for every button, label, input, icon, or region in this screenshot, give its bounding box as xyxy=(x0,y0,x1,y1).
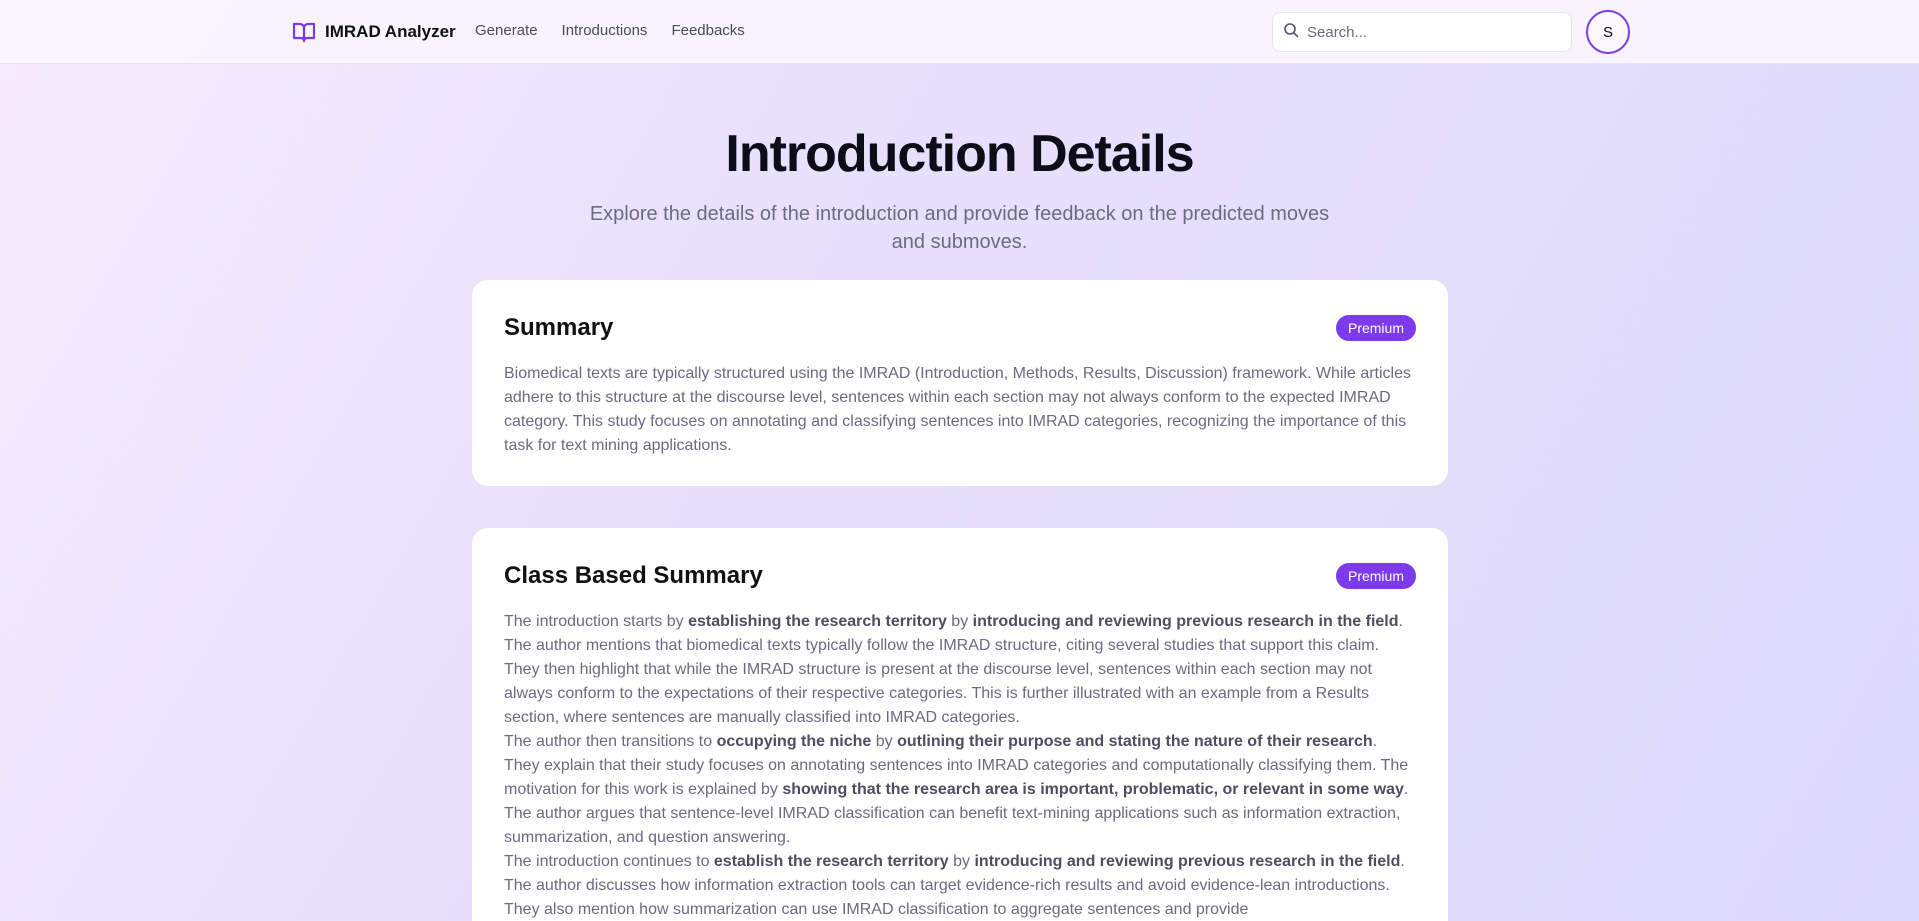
class-summary-paragraph: The introduction starts by establishing … xyxy=(504,610,1416,730)
move-highlight: showing that the research area is import… xyxy=(782,781,1404,798)
move-highlight: establish the research territory xyxy=(713,853,949,870)
move-highlight: introducing and reviewing previous resea… xyxy=(972,613,1399,630)
page-subtitle: Explore the details of the introduction … xyxy=(589,203,1330,253)
move-highlight: establishing the research territory xyxy=(688,613,947,630)
main-nav: Generate Introductions Feedbacks xyxy=(475,22,745,39)
search-box[interactable] xyxy=(1272,12,1572,52)
summary-card: Summary Premium Biomedical texts are typ… xyxy=(472,280,1448,486)
class-summary-card-header: Class Based Summary Premium xyxy=(504,560,1416,592)
move-highlight: introducing and reviewing previous resea… xyxy=(974,853,1401,870)
premium-badge: Premium xyxy=(1335,315,1416,341)
summary-card-header: Summary Premium xyxy=(504,312,1416,344)
nav-link-feedbacks[interactable]: Feedbacks xyxy=(671,22,744,39)
brand-logo[interactable]: IMRAD Analyzer xyxy=(292,20,456,44)
summary-text-segment: by xyxy=(948,853,975,870)
summary-text-segment: by xyxy=(946,613,973,630)
page-title: Introduction Details xyxy=(725,125,1194,183)
class-based-summary-card: Class Based Summary Premium The introduc… xyxy=(472,528,1448,921)
brand-name: IMRAD Analyzer xyxy=(325,22,456,41)
class-summary-title: Class Based Summary xyxy=(504,562,763,589)
class-summary-paragraph: The introduction continues to establish … xyxy=(504,850,1416,921)
move-highlight: outlining their purpose and stating the … xyxy=(897,733,1373,750)
summary-title: Summary xyxy=(504,314,614,341)
summary-text-segment: The author then transitions to xyxy=(504,733,717,750)
nav-link-introductions[interactable]: Introductions xyxy=(562,22,648,39)
summary-text-segment: The introduction starts by xyxy=(504,613,689,630)
summary-text-segment: The introduction continues to xyxy=(504,853,714,870)
class-summary-text: The introduction starts by establishing … xyxy=(504,610,1416,921)
user-avatar[interactable]: S xyxy=(1586,10,1630,54)
nav-link-generate[interactable]: Generate xyxy=(475,22,538,39)
class-summary-paragraph: The author then transitions to occupying… xyxy=(504,730,1416,850)
search-icon xyxy=(1283,22,1299,43)
summary-text-segment: by xyxy=(871,733,898,750)
search-input[interactable] xyxy=(1307,23,1547,41)
page-header: Introduction Details Explore the details… xyxy=(0,118,1919,256)
premium-badge: Premium xyxy=(1335,563,1416,589)
top-navbar: IMRAD Analyzer Generate Introductions Fe… xyxy=(0,0,1919,64)
summary-text: Biomedical texts are typically structure… xyxy=(504,365,1411,454)
move-highlight: occupying the niche xyxy=(716,733,872,750)
book-icon xyxy=(292,21,316,43)
